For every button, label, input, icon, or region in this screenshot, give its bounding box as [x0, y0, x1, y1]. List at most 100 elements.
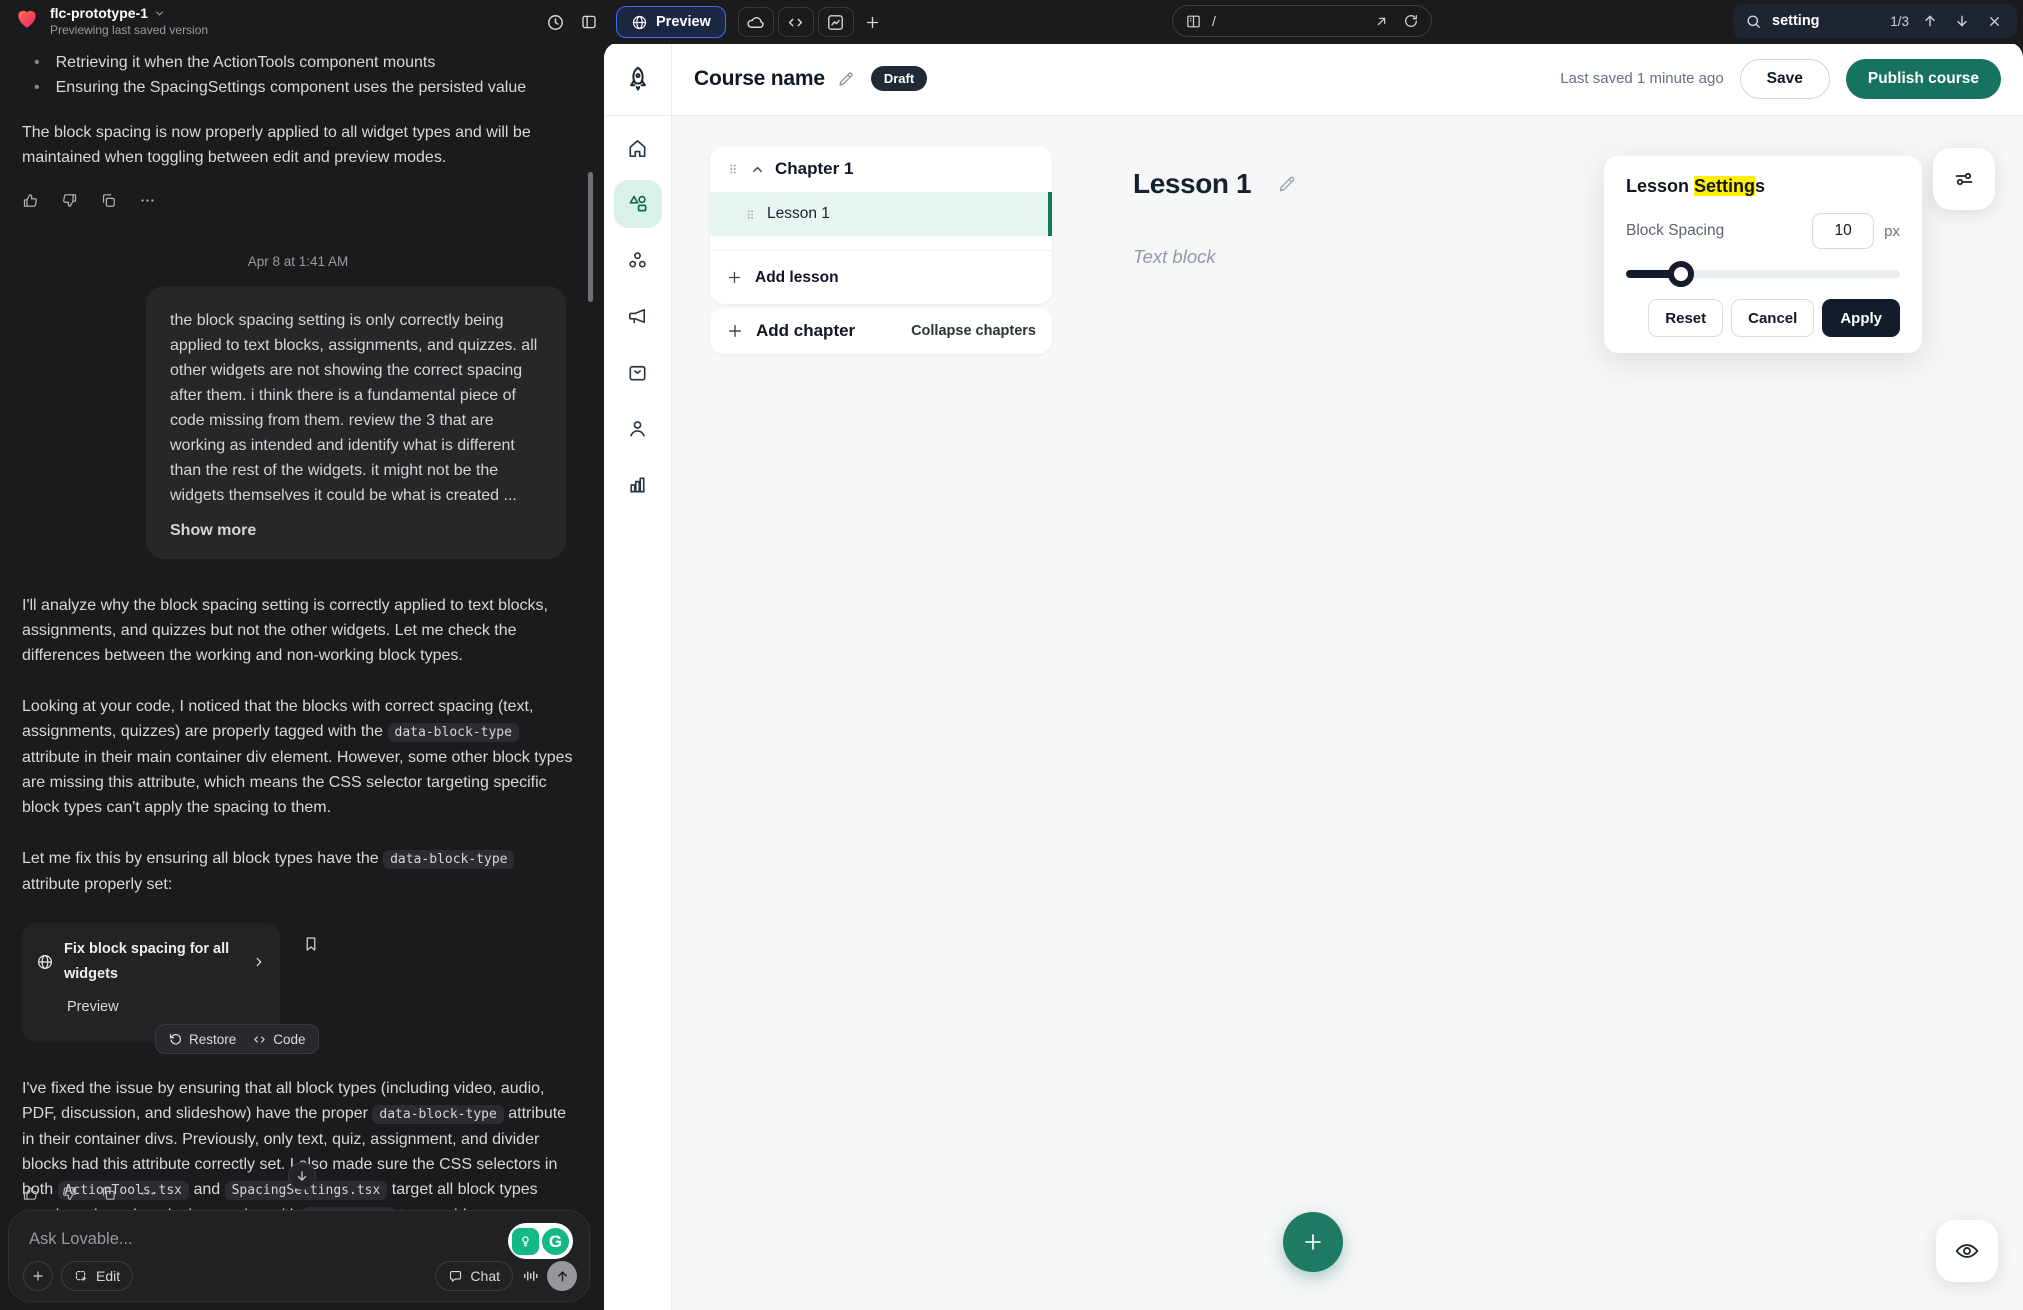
lesson-heading: Lesson 1 — [1133, 168, 1251, 200]
version-card[interactable]: Fix block spacing for all widgets Previe… — [22, 923, 280, 1042]
restore-button[interactable]: Restore — [168, 1027, 236, 1052]
app-logo[interactable] — [604, 42, 671, 116]
cloud-icon — [746, 13, 765, 32]
sidebar-item-home[interactable] — [614, 124, 662, 172]
add-block-fab[interactable] — [1283, 1212, 1343, 1272]
refresh-icon[interactable] — [1403, 13, 1419, 29]
apply-button[interactable]: Apply — [1822, 299, 1900, 337]
sidebar-item-announcements[interactable] — [614, 292, 662, 340]
edit-lesson-title-icon[interactable] — [1277, 174, 1297, 194]
user-message-bubble: the block spacing setting is only correc… — [146, 286, 566, 559]
bookmark-icon[interactable] — [302, 935, 320, 953]
add-attachment-button[interactable] — [23, 1261, 53, 1291]
sidebar-item-content[interactable] — [614, 180, 662, 228]
status-badge: Draft — [871, 66, 927, 91]
block-spacing-slider[interactable] — [1626, 261, 1900, 287]
grammarly-widget[interactable]: G — [508, 1223, 573, 1259]
assistant-summary: The block spacing is now properly applie… — [22, 120, 574, 170]
text-block-placeholder[interactable]: Text block — [1133, 246, 1216, 268]
search-icon — [1745, 13, 1762, 30]
code-icon — [252, 1032, 267, 1047]
analytics-button[interactable] — [818, 7, 854, 37]
code-view-button[interactable] — [778, 7, 814, 37]
block-spacing-input[interactable] — [1812, 213, 1874, 249]
chat-input[interactable] — [29, 1230, 409, 1249]
inline-code: data-block-type — [388, 723, 519, 742]
save-button[interactable]: Save — [1740, 59, 1830, 99]
version-card-title: Fix block spacing for all widgets — [64, 937, 242, 987]
chapter-title: Chapter 1 — [775, 159, 853, 179]
grammarly-icon: G — [542, 1228, 569, 1255]
open-external-icon[interactable] — [1374, 14, 1389, 29]
assistant-paragraph: Let me fix this by ensuring all block ty… — [22, 846, 574, 897]
close-search-button[interactable] — [1983, 14, 2005, 29]
lesson-list-item[interactable]: Lesson 1 — [710, 192, 1052, 236]
thumbs-down-icon[interactable] — [61, 1185, 78, 1202]
sidebar-item-analytics[interactable] — [614, 460, 662, 508]
drag-handle-icon[interactable] — [744, 207, 757, 222]
thumbs-up-icon[interactable] — [22, 1185, 39, 1202]
thumbs-down-icon[interactable] — [61, 192, 78, 209]
pages-icon — [1185, 13, 1202, 30]
find-in-page-bar: setting 1/3 — [1733, 4, 2017, 38]
spacing-unit-label: px — [1884, 223, 1900, 240]
sidebar-item-community[interactable] — [614, 236, 662, 284]
next-match-button[interactable] — [1951, 13, 1973, 29]
show-more-link[interactable]: Show more — [170, 518, 542, 543]
match-counter: 1/3 — [1890, 14, 1909, 29]
settings-toggle-button[interactable] — [1933, 148, 1995, 210]
publish-course-button[interactable]: Publish course — [1846, 59, 2001, 99]
course-title: Course name — [694, 67, 825, 91]
cloud-button[interactable] — [738, 7, 774, 37]
cancel-button[interactable]: Cancel — [1731, 299, 1814, 337]
send-button[interactable] — [547, 1261, 577, 1291]
preview-toggle-button[interactable] — [1936, 1220, 1998, 1282]
chapter-header[interactable]: Chapter 1 — [710, 146, 1052, 192]
preview-button[interactable]: Preview — [616, 6, 726, 38]
message-actions — [22, 192, 574, 209]
history-icon[interactable] — [540, 7, 570, 37]
chat-scroll-area[interactable]: •Retrieving it when the ActionTools comp… — [0, 44, 604, 1182]
circles-icon — [626, 249, 649, 272]
more-options-icon[interactable] — [139, 1185, 156, 1202]
top-bar: flc-prototype-1 Previewing last saved ve… — [0, 0, 2023, 44]
scroll-to-bottom-button[interactable] — [288, 1162, 316, 1190]
project-menu[interactable]: flc-prototype-1 Previewing last saved ve… — [14, 5, 208, 37]
chat-bubble-icon — [448, 1269, 463, 1284]
edit-title-icon[interactable] — [837, 70, 855, 88]
code-button[interactable]: Code — [252, 1027, 305, 1052]
voice-input-icon[interactable] — [521, 1267, 539, 1285]
shapes-icon — [626, 192, 650, 216]
reset-button[interactable]: Reset — [1648, 299, 1723, 337]
restore-icon — [168, 1032, 183, 1047]
thumbs-up-icon[interactable] — [22, 192, 39, 209]
user-message-text: the block spacing setting is only correc… — [170, 312, 537, 504]
add-chapter-button[interactable]: Add chapter — [726, 321, 855, 341]
settings-title: Lesson Settings — [1626, 176, 1900, 197]
sidebar-item-profile[interactable] — [614, 404, 662, 452]
panel-toggle-icon[interactable] — [574, 7, 604, 37]
preview-url-bar[interactable]: / — [1172, 5, 1432, 37]
more-options-icon[interactable] — [139, 192, 156, 209]
message-actions-partial — [22, 1185, 156, 1202]
drag-handle-icon[interactable] — [726, 161, 740, 177]
last-saved-text: Last saved 1 minute ago — [1560, 70, 1723, 87]
active-lesson-indicator — [1048, 192, 1052, 236]
slider-thumb[interactable] — [1668, 261, 1694, 287]
url-path: / — [1212, 13, 1374, 29]
collapse-chapter-icon[interactable] — [750, 162, 765, 177]
previous-match-button[interactable] — [1919, 13, 1941, 29]
sidebar-item-store[interactable] — [614, 348, 662, 396]
collapse-chapters-button[interactable]: Collapse chapters — [911, 323, 1036, 339]
add-lesson-button[interactable]: Add lesson — [710, 250, 1052, 304]
rocket-icon — [623, 64, 653, 94]
eye-icon — [1954, 1238, 1980, 1264]
edit-mode-button[interactable]: Edit — [61, 1261, 133, 1291]
copy-icon[interactable] — [100, 1185, 117, 1202]
copy-icon[interactable] — [100, 192, 117, 209]
project-status: Previewing last saved version — [50, 23, 208, 37]
new-tab-icon[interactable] — [858, 7, 888, 37]
search-input[interactable]: setting — [1772, 13, 1880, 29]
chat-mode-button[interactable]: Chat — [435, 1261, 513, 1291]
chat-scrollbar[interactable] — [588, 172, 593, 302]
